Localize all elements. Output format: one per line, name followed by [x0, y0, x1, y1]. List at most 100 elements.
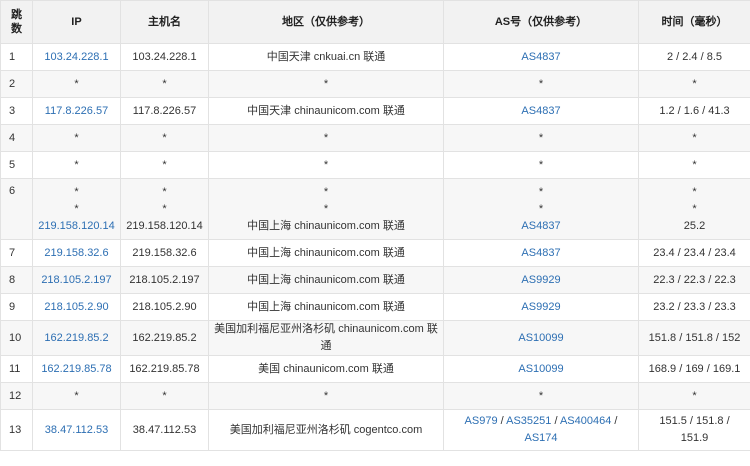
traceroute-table: 跳数 IP 主机名 地区（仅供参考） AS号（仅供参考） 时间（毫秒） 1 10… — [0, 0, 750, 451]
as-cell: * — [443, 70, 639, 98]
header-as: AS号（仅供参考） — [443, 0, 639, 44]
as-cell: * * AS4837 — [443, 178, 639, 240]
as-cell: AS4837 — [443, 239, 639, 267]
as-cell: AS9929 — [443, 266, 639, 294]
hostname-cell: * — [120, 70, 209, 98]
time-cell: 168.9 / 169 / 169.1 — [638, 355, 750, 383]
table-header-row: 跳数 IP 主机名 地区（仅供参考） AS号（仅供参考） 时间（毫秒） — [0, 0, 750, 44]
as-link[interactable]: AS400464 — [560, 415, 611, 427]
as-link[interactable]: AS10099 — [518, 332, 563, 344]
ip-link[interactable]: 162.219.85.2 — [44, 332, 108, 344]
region-cell: 中国上海 chinaunicom.com 联通 — [208, 239, 444, 267]
as-link[interactable]: AS4837 — [444, 218, 638, 235]
hostname-cell: * * 219.158.120.14 — [120, 178, 209, 240]
ip-cell: * * 219.158.120.14 — [32, 178, 121, 240]
as-cell: * — [443, 124, 639, 152]
as-cell: * — [443, 151, 639, 179]
as-separator: / — [611, 415, 618, 427]
table-row: 3 117.8.226.57 117.8.226.57 中国天津 chinaun… — [0, 97, 750, 125]
region-cell: * * 中国上海 chinaunicom.com 联通 — [208, 178, 444, 240]
ip-cell: 218.105.2.197 — [32, 266, 121, 294]
table-row: 1 103.24.228.1 103.24.228.1 中国天津 cnkuai.… — [0, 43, 750, 71]
as-link[interactable]: AS9929 — [521, 274, 560, 286]
hostname-cell: * — [120, 382, 209, 410]
table-row: 10 162.219.85.2 162.219.85.2 美国加利福尼亚州洛杉矶… — [0, 320, 750, 356]
table-row: 12 * * * * * — [0, 382, 750, 410]
region-cell: 中国上海 chinaunicom.com 联通 — [208, 266, 444, 294]
ip-cell: * — [32, 70, 121, 98]
ip-cell: 103.24.228.1 — [32, 43, 121, 71]
table-row: 2 * * * * * — [0, 70, 750, 98]
ip-line: * — [74, 202, 79, 215]
hop-number: 9 — [0, 293, 33, 321]
table-row: 6 * * 219.158.120.14 * * 219.158.120.14 … — [0, 178, 750, 240]
ip-link[interactable]: 38.47.112.53 — [45, 424, 108, 436]
table-row: 11 162.219.85.78 162.219.85.78 美国 chinau… — [0, 355, 750, 383]
as-link[interactable]: AS174 — [524, 432, 557, 444]
as-line: * — [538, 185, 544, 198]
hop-number: 6 — [0, 178, 33, 240]
ip-link[interactable]: 219.158.32.6 — [44, 247, 108, 259]
as-link[interactable]: AS9929 — [521, 301, 560, 313]
hop-number: 5 — [0, 151, 33, 179]
region-cell: * — [208, 151, 444, 179]
region-line: * — [323, 202, 329, 215]
as-link[interactable]: AS10099 — [518, 363, 563, 375]
ip-link[interactable]: 218.105.2.90 — [44, 301, 108, 313]
region-cell: * — [208, 124, 444, 152]
time-line: * — [692, 185, 697, 198]
hop-number: 8 — [0, 266, 33, 294]
table-row: 5 * * * * * — [0, 151, 750, 179]
region-line: * — [323, 185, 329, 198]
time-cell: * * 25.2 — [638, 178, 750, 240]
as-link[interactable]: AS4837 — [521, 105, 560, 117]
hop-number: 4 — [0, 124, 33, 152]
hostname-cell: 162.219.85.2 — [120, 320, 209, 356]
header-region: 地区（仅供参考） — [208, 0, 444, 44]
as-link[interactable]: AS4837 — [521, 51, 560, 63]
hop-number: 12 — [0, 382, 33, 410]
hop-number: 3 — [0, 97, 33, 125]
as-separator: / — [497, 415, 507, 427]
time-cell: 2 / 2.4 / 8.5 — [638, 43, 750, 71]
time-cell: 22.3 / 22.3 / 22.3 — [638, 266, 750, 294]
region-cell: 美国加利福尼亚州洛杉矶 chinaunicom.com 联通 — [208, 320, 444, 356]
as-cell: AS979 / AS35251 / AS400464 / AS174 — [443, 409, 639, 451]
hop-number: 1 — [0, 43, 33, 71]
time-line: * — [692, 202, 697, 215]
hop-number: 10 — [0, 320, 33, 356]
as-cell: AS9929 — [443, 293, 639, 321]
header-hostname: 主机名 — [120, 0, 209, 44]
as-link[interactable]: AS35251 — [506, 415, 551, 427]
region-cell: 美国 chinaunicom.com 联通 — [208, 355, 444, 383]
hop-number: 7 — [0, 239, 33, 267]
ip-cell: * — [32, 124, 121, 152]
table-row: 8 218.105.2.197 218.105.2.197 中国上海 china… — [0, 266, 750, 294]
hostname-line: * — [162, 185, 167, 198]
ip-line: * — [74, 185, 79, 198]
as-link[interactable]: AS4837 — [521, 247, 560, 259]
hostname-cell: 103.24.228.1 — [120, 43, 209, 71]
hostname-line: 219.158.120.14 — [126, 219, 203, 232]
ip-link[interactable]: 218.105.2.197 — [41, 274, 111, 286]
ip-cell: 117.8.226.57 — [32, 97, 121, 125]
ip-link[interactable]: 162.219.85.78 — [41, 363, 111, 375]
as-link[interactable]: AS979 — [465, 415, 498, 427]
hop-number: 13 — [0, 409, 33, 451]
as-cell: AS10099 — [443, 320, 639, 356]
table-row: 13 38.47.112.53 38.47.112.53 美国加利福尼亚州洛杉矶… — [0, 409, 750, 451]
hostname-cell: 162.219.85.78 — [120, 355, 209, 383]
ip-link[interactable]: 219.158.120.14 — [33, 218, 120, 235]
as-cell: AS10099 — [443, 355, 639, 383]
as-cell: * — [443, 382, 639, 410]
ip-cell: 219.158.32.6 — [32, 239, 121, 267]
region-line: 中国上海 chinaunicom.com 联通 — [247, 219, 405, 232]
header-hop-text: 跳数 — [11, 9, 22, 35]
time-cell: 151.8 / 151.8 / 152 — [638, 320, 750, 356]
table-row: 4 * * * * * — [0, 124, 750, 152]
ip-cell: 162.219.85.78 — [32, 355, 121, 383]
hostname-cell: 218.105.2.197 — [120, 266, 209, 294]
ip-link[interactable]: 117.8.226.57 — [45, 105, 108, 117]
time-cell: 1.2 / 1.6 / 41.3 — [638, 97, 750, 125]
ip-link[interactable]: 103.24.228.1 — [44, 51, 108, 63]
